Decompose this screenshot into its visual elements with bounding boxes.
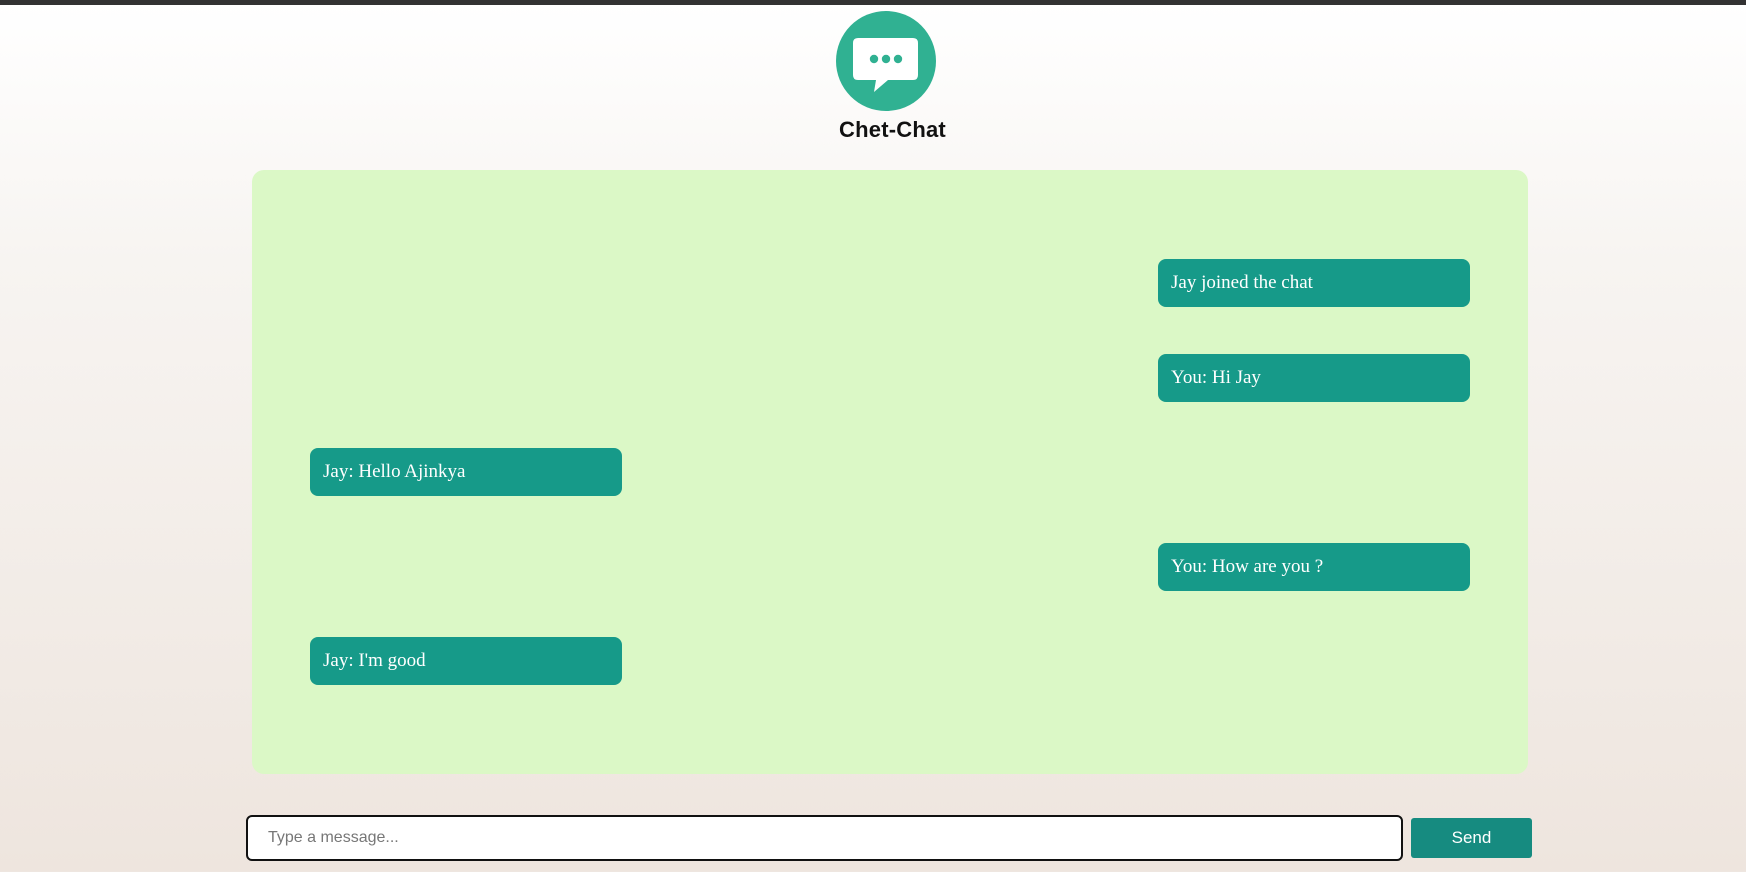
message-bubble: Jay joined the chat — [1158, 259, 1470, 307]
message-bubble: Jay: Hello Ajinkya — [310, 448, 622, 496]
app-title: Chet-Chat — [839, 117, 946, 142]
message-bubble: You: Hi Jay — [1158, 354, 1470, 402]
send-button[interactable]: Send — [1411, 818, 1532, 858]
message-bubble: You: How are you ? — [1158, 543, 1470, 591]
message-bubble: Jay: I'm good — [310, 637, 622, 685]
window-top-border — [0, 0, 1746, 5]
chat-bubble-icon — [853, 38, 918, 92]
app-logo — [836, 11, 936, 111]
chat-messages-panel[interactable]: Jay joined the chat You: Hi Jay Jay: Hel… — [252, 170, 1528, 774]
message-input[interactable] — [246, 815, 1403, 861]
